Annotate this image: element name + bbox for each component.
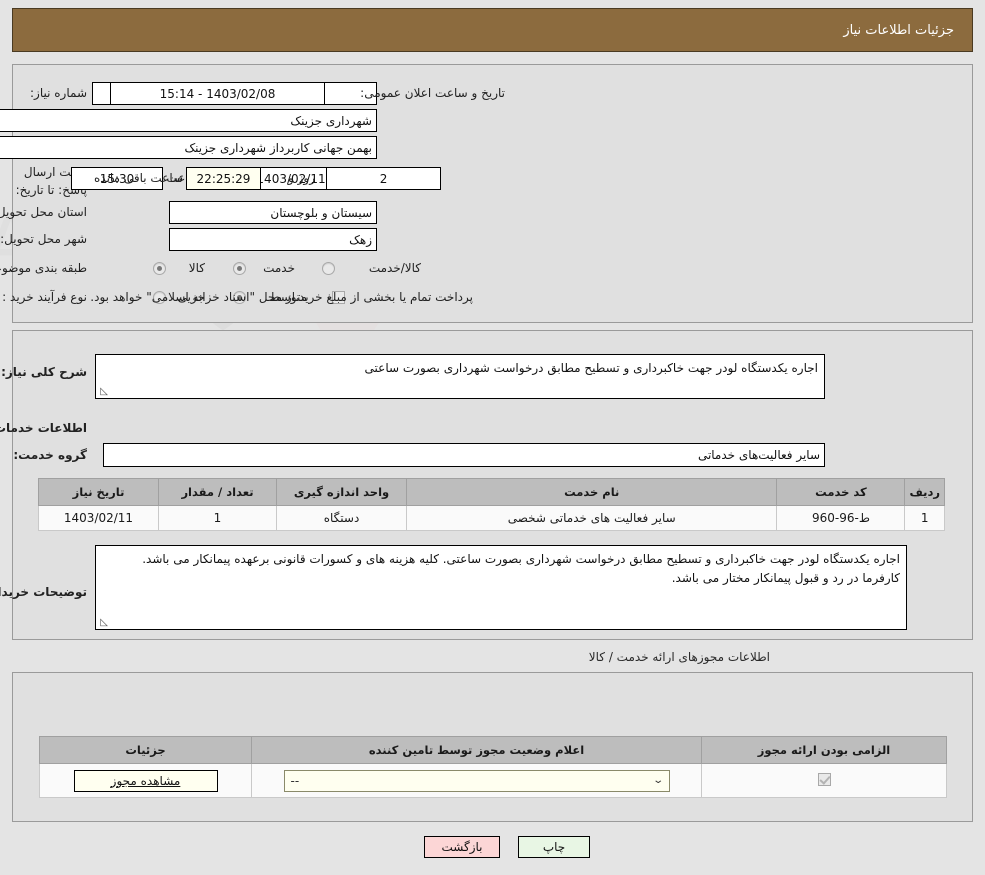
cell-needdate: 1403/02/11	[38, 505, 159, 531]
category-label: طبقه بندی موضوعی:	[0, 261, 87, 275]
radio-category-khedmat[interactable]	[233, 262, 246, 275]
requester-value: بهمن جهانی کاربرداز شهرداری جزینک	[0, 136, 377, 159]
page-root: AriaTender .net جزئیات اطلاعات نیاز شمار…	[0, 0, 985, 875]
permit-status-value: --	[290, 773, 300, 788]
radio-category-kala-khedmat[interactable]	[322, 262, 335, 275]
services-table-header-row: ردیف کد خدمت نام خدمت واحد اندازه گیری ت…	[38, 478, 945, 506]
description-textarea[interactable]: اجاره یکدستگاه لودر جهت خاکبرداری و تسطی…	[95, 354, 825, 399]
description-value: اجاره یکدستگاه لودر جهت خاکبرداری و تسطی…	[364, 361, 818, 375]
col-code: کد خدمت	[776, 478, 906, 506]
countdown-suffix-label: ساعت باقی مانده	[94, 171, 184, 185]
announce-datetime-label: تاریخ و ساعت اعلان عمومی:	[360, 86, 505, 100]
description-label: شرح کلی نیاز:	[1, 365, 87, 379]
province-value: سیستان و بلوچستان	[169, 201, 377, 224]
province-label: استان محل تحویل:	[0, 205, 87, 219]
buyer-notes-value: اجاره یکدستگاه لودر جهت خاکبرداری و تسطی…	[142, 552, 900, 585]
radio-category-kala[interactable]	[153, 262, 166, 275]
category-label-khedmat: خدمت	[263, 261, 295, 275]
resize-grip-icon[interactable]: ◺	[98, 387, 108, 397]
col-quantity: تعداد / مقدار	[158, 478, 277, 506]
cell-permit-required	[701, 763, 947, 798]
permit-status-dropdown[interactable]: ⌄ --	[283, 769, 670, 792]
view-permit-button[interactable]: مشاهده مجوز	[73, 769, 218, 792]
page-title: جزئیات اطلاعات نیاز	[843, 22, 954, 38]
back-button[interactable]: بازگشت	[424, 836, 500, 858]
services-table: ردیف کد خدمت نام خدمت واحد اندازه گیری ت…	[38, 478, 945, 531]
permits-table: الزامی بودن ارائه مجوز اعلام وضعیت مجوز …	[39, 736, 947, 798]
table-row: ⌄ -- مشاهده مجوز	[39, 763, 947, 798]
col-permit-details: جزئیات	[39, 736, 252, 764]
cell-permit-details: مشاهده مجوز	[39, 763, 252, 798]
permits-caption: اطلاعات مجوزهای ارائه خدمت / کالا	[588, 650, 770, 664]
cell-row: 1	[904, 505, 945, 531]
cell-unit: دستگاه	[276, 505, 407, 531]
col-permit-required: الزامی بودن ارائه مجوز	[701, 736, 947, 764]
treasury-text: پرداخت تمام یا بخشی از مبلغ خرید،از محل …	[90, 290, 473, 304]
cell-permit-status: ⌄ --	[251, 763, 702, 798]
remaining-days-value: 2	[326, 167, 441, 190]
category-label-kala-khedmat: کالا/خدمت	[368, 261, 421, 275]
service-group-label: گروه خدمت:	[13, 448, 87, 462]
print-button[interactable]: چاپ	[518, 836, 590, 858]
buyer-notes-textarea[interactable]: اجاره یکدستگاه لودر جهت خاکبرداری و تسطی…	[95, 545, 907, 630]
buyer-org-value: شهرداری جزینک	[0, 109, 377, 132]
process-label: نوع فرآیند خرید :	[2, 290, 87, 304]
services-heading: اطلاعات خدمات مورد نیاز	[0, 421, 87, 435]
need-number-label: شماره نیاز:	[30, 86, 87, 100]
page-header: جزئیات اطلاعات نیاز	[12, 8, 973, 52]
countdown-value: 22:25:29	[186, 167, 261, 190]
city-value: زهک	[169, 228, 377, 251]
buyer-notes-label: توضیحات خریدار:	[0, 585, 87, 599]
category-label-kala: کالا	[188, 261, 205, 275]
col-needdate: تاریخ نیاز	[38, 478, 159, 506]
col-row: ردیف	[904, 478, 945, 506]
cell-code: ط-96-960	[776, 505, 906, 531]
cell-quantity: 1	[158, 505, 277, 531]
city-label: شهر محل تحویل:	[0, 232, 87, 246]
checkbox-permit-required	[817, 772, 831, 786]
days-unit-label: روز و	[288, 171, 315, 185]
permits-table-header-row: الزامی بودن ارائه مجوز اعلام وضعیت مجوز …	[39, 736, 947, 764]
cell-name: سایر فعالیت های خدماتی شخصی	[405, 505, 778, 531]
service-group-value: سایر فعالیت‌های خدماتی	[103, 443, 825, 467]
announce-datetime-value: 1403/02/08 - 15:14	[110, 82, 325, 105]
chevron-down-icon: ⌄	[652, 775, 665, 786]
col-unit: واحد اندازه گیری	[276, 478, 407, 506]
col-permit-status: اعلام وضعیت مجوز توسط تامین کننده	[251, 736, 702, 764]
resize-grip-icon[interactable]: ◺	[98, 618, 108, 628]
table-row: 1 ط-96-960 سایر فعالیت های خدماتی شخصی د…	[38, 505, 945, 531]
col-name: نام خدمت	[405, 478, 778, 506]
